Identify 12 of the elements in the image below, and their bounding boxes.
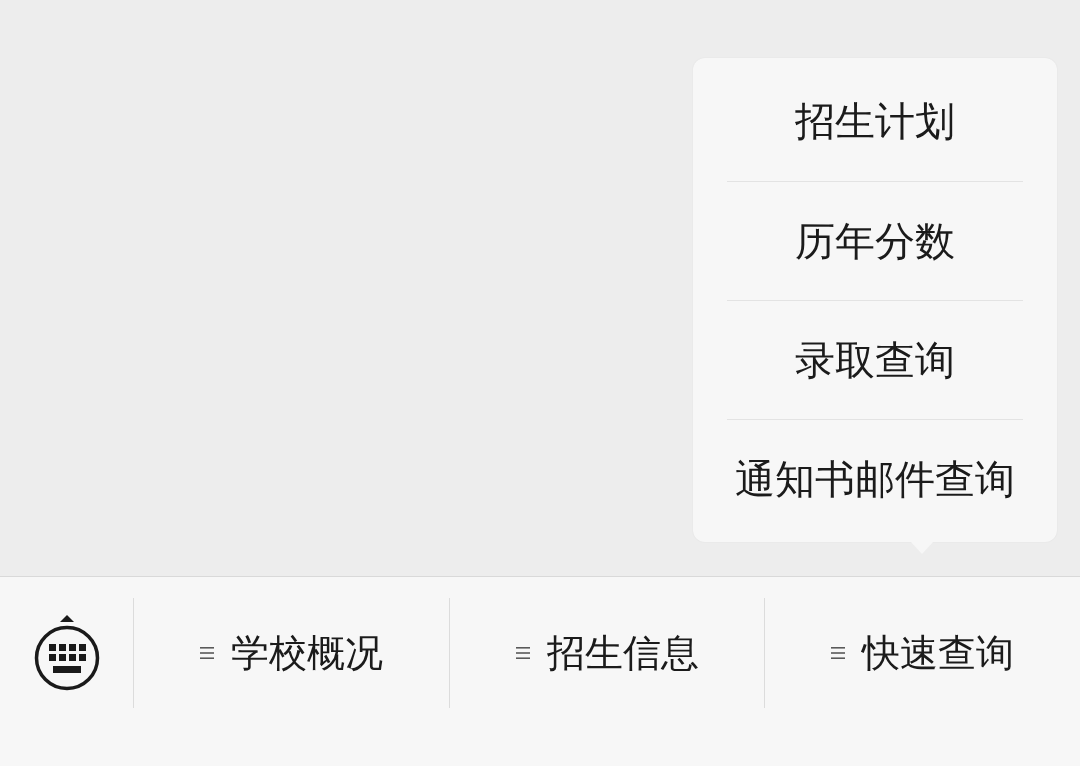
menu-item[interactable]: 通知书邮件查询 xyxy=(727,419,1023,538)
menu-lines-icon xyxy=(831,646,846,660)
menu-lines-icon xyxy=(515,646,530,660)
menu-tab[interactable]: 招生信息 xyxy=(448,598,765,708)
menu-tab[interactable]: 学校概况 xyxy=(133,598,449,708)
menu-item[interactable]: 招生计划 xyxy=(727,62,1023,181)
menu-item[interactable]: 历年分数 xyxy=(727,181,1023,300)
menu-item[interactable]: 录取查询 xyxy=(727,300,1023,419)
keyboard-button[interactable] xyxy=(33,614,100,692)
menu-lines-icon xyxy=(199,646,214,660)
keyboard-icon xyxy=(33,614,100,692)
menu-tab[interactable]: 快速查询 xyxy=(764,598,1080,708)
